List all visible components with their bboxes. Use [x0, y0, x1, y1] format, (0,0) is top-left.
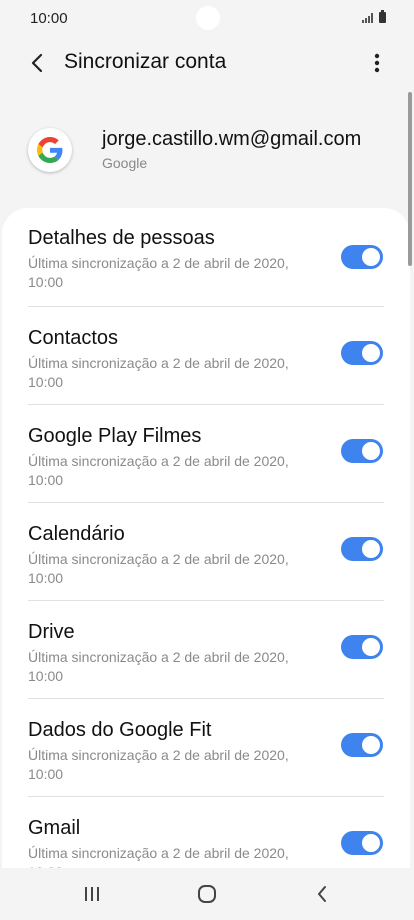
sync-item-subtitle: Última sincronização a 2 de abril de 202… — [28, 453, 289, 488]
nav-back-button[interactable] — [302, 878, 342, 910]
scrollbar[interactable] — [408, 92, 412, 266]
sync-item-gmail[interactable]: Gmail Última sincronização a 2 de abril … — [2, 796, 410, 868]
back-button[interactable] — [22, 48, 52, 78]
account-header: jorge.castillo.wm@gmail.com Google — [0, 120, 414, 190]
sync-item-dados-do-google-fit[interactable]: Dados do Google Fit Última sincronização… — [2, 698, 410, 796]
home-icon — [198, 885, 216, 903]
sync-item-detalhes-de-pessoas[interactable]: Detalhes de pessoas Última sincronização… — [2, 208, 410, 306]
navigation-bar — [0, 868, 414, 920]
account-email: jorge.castillo.wm@gmail.com — [102, 128, 362, 150]
sync-item-google-play-filmes[interactable]: Google Play Filmes Última sincronização … — [2, 404, 410, 502]
sync-item-subtitle: Última sincronização a 2 de abril de 202… — [28, 255, 289, 290]
sync-item-subtitle: Última sincronização a 2 de abril de 202… — [28, 649, 289, 684]
back-arrow-icon — [31, 53, 43, 73]
status-time: 10:00 — [30, 10, 68, 27]
signal-icon — [362, 13, 373, 23]
sync-toggle[interactable] — [341, 733, 383, 757]
sync-item-subtitle: Última sincronização a 2 de abril de 202… — [28, 845, 289, 868]
page-title: Sincronizar conta — [64, 50, 227, 73]
sync-item-contactos[interactable]: Contactos Última sincronização a 2 de ab… — [2, 306, 410, 404]
sync-item-calendario[interactable]: Calendário Última sincronização a 2 de a… — [2, 502, 410, 600]
google-logo-icon — [28, 128, 72, 172]
recent-apps-icon — [85, 887, 99, 901]
sync-toggle[interactable] — [341, 635, 383, 659]
status-bar: 10:00 — [0, 0, 414, 38]
sync-list: Detalhes de pessoas Última sincronização… — [2, 208, 410, 868]
status-icons — [362, 10, 386, 23]
sync-item-subtitle: Última sincronização a 2 de abril de 202… — [28, 551, 289, 586]
camera-cutout — [196, 6, 220, 30]
sync-toggle[interactable] — [341, 439, 383, 463]
more-options-button[interactable] — [362, 48, 392, 78]
battery-icon — [379, 10, 386, 23]
phone-screen: 10:00 Sincronizar conta jorge.castillo.w… — [0, 0, 414, 920]
recent-apps-button[interactable] — [72, 878, 112, 910]
account-type: Google — [102, 155, 148, 171]
home-button[interactable] — [187, 878, 227, 910]
back-icon — [318, 886, 326, 902]
sync-toggle[interactable] — [341, 341, 383, 365]
sync-toggle[interactable] — [341, 537, 383, 561]
sync-toggle[interactable] — [341, 245, 383, 269]
sync-item-subtitle: Última sincronização a 2 de abril de 202… — [28, 355, 289, 390]
more-vert-icon — [374, 53, 380, 73]
sync-item-subtitle: Última sincronização a 2 de abril de 202… — [28, 747, 289, 782]
app-bar: Sincronizar conta — [0, 40, 414, 86]
sync-toggle[interactable] — [341, 831, 383, 855]
sync-item-drive[interactable]: Drive Última sincronização a 2 de abril … — [2, 600, 410, 698]
